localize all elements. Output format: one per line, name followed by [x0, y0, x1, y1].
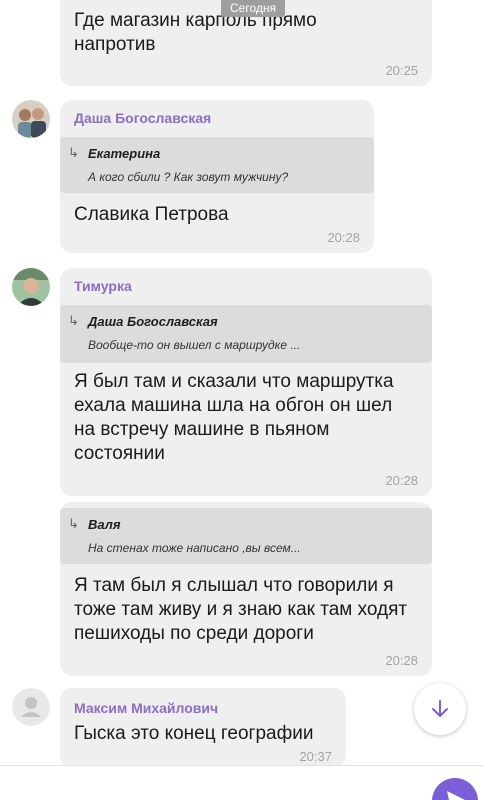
date-chip: Сегодня — [221, 0, 285, 17]
send-icon — [447, 791, 465, 800]
send-button[interactable] — [432, 778, 478, 800]
scroll-to-bottom-button[interactable] — [414, 683, 466, 735]
reply-arrow-icon: ↳ — [68, 516, 79, 531]
quoted-author: Валя — [88, 517, 121, 532]
quoted-text: А кого сбили ? Как зовут мужчину? — [88, 170, 289, 184]
avatar[interactable] — [12, 268, 50, 306]
quoted-text: Вообще-то он вышел с маршрудке ... — [88, 338, 301, 352]
message-time: 20:37 — [299, 749, 332, 764]
reply-quote[interactable]: ↳ Екатерина А кого сбили ? Как зовут муж… — [60, 137, 374, 193]
message-input-bar[interactable] — [0, 765, 484, 800]
message-bubble[interactable]: Даша Богославская ↳ Екатерина А кого сби… — [60, 100, 374, 253]
reply-arrow-icon: ↳ — [68, 313, 79, 328]
sender-name[interactable]: Максим Михайлович — [74, 700, 218, 716]
message-time: 20:28 — [385, 653, 418, 668]
message-text: Я был там и сказали что маршрутка ехала … — [74, 371, 394, 464]
quoted-author: Екатерина — [88, 146, 161, 161]
sender-name[interactable]: Тимурка — [74, 278, 132, 294]
message-time: 20:28 — [385, 473, 418, 488]
message-bubble[interactable]: ↳ Валя На стенах тоже написано ,вы всем.… — [60, 502, 432, 676]
reply-quote[interactable]: ↳ Валя На стенах тоже написано ,вы всем.… — [60, 508, 432, 564]
message-bubble[interactable]: Тимурка ↳ Даша Богославская Вообще-то он… — [60, 268, 432, 496]
message-time: 20:25 — [385, 63, 418, 78]
reply-quote[interactable]: ↳ Даша Богославская Вообще-то он вышел с… — [60, 305, 432, 363]
message-text: Я там был я слышал что говорили я тоже т… — [74, 575, 408, 644]
reply-arrow-icon: ↳ — [68, 145, 79, 160]
message-time: 20:28 — [327, 230, 360, 245]
chat-view[interactable]: Где магазин карполь прямо напротив 20:25… — [0, 0, 484, 800]
quoted-author: Даша Богославская — [88, 314, 218, 329]
avatar[interactable] — [12, 688, 50, 726]
sender-name[interactable]: Даша Богославская — [74, 110, 211, 126]
arrow-down-icon — [432, 700, 448, 717]
message-text: Славика Петрова — [74, 204, 229, 225]
avatar[interactable] — [12, 100, 50, 138]
quoted-text: На стенах тоже написано ,вы всем... — [88, 541, 301, 555]
message-bubble[interactable]: Максим Михайлович Гыска это конец геогра… — [60, 688, 346, 768]
message-text: Гыска это конец географии — [74, 723, 314, 744]
